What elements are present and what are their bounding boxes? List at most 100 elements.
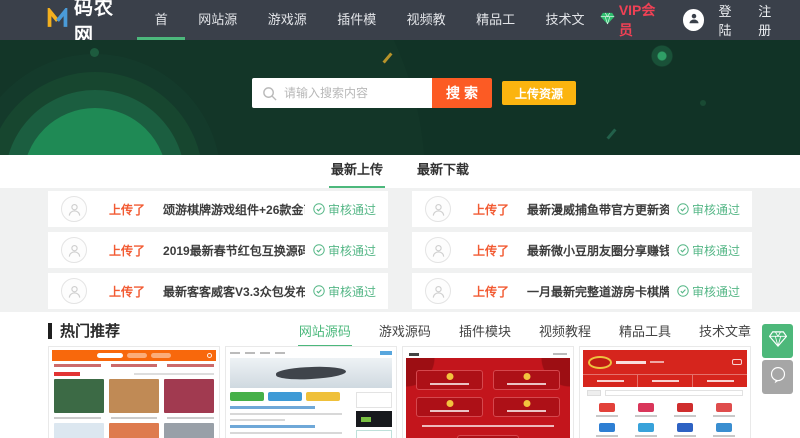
vip-diamond-icon [600, 12, 615, 28]
audit-status: 审核通过 [677, 283, 740, 300]
rec-tab-premium-tools[interactable]: 精品工具 [618, 320, 672, 347]
upload-action-label: 上传了 [473, 242, 509, 259]
upload-item[interactable]: 上传了 一月最新完整道游房卡棋牌H5牛牛源码运营版+视... 审核通过 [412, 273, 752, 309]
audit-status: 审核通过 [313, 283, 376, 300]
recommend-card-resource-site[interactable] [579, 346, 751, 438]
section-title-text: 热门推荐 [60, 320, 120, 341]
nav-item-tech-article[interactable]: 技术文章 [530, 0, 599, 40]
uploader-avatar[interactable] [61, 196, 87, 222]
login-link[interactable]: 登陆 [718, 1, 744, 39]
upload-action-label: 上传了 [473, 201, 509, 218]
upload-item-title[interactable]: 2019最新春节红包互换源码防封抗投诉运营版[免... [163, 242, 305, 259]
upload-item[interactable]: 上传了 2019最新春节红包互换源码防封抗投诉运营版[免... 审核通过 [48, 232, 388, 268]
upload-item[interactable]: 上传了 最新漫威捕鱼带官方更新资源及全民代理系统完整... 审核通过 [412, 191, 752, 227]
audit-status-label: 审核通过 [692, 242, 740, 259]
vip-member-link[interactable]: VIP会员 [600, 0, 669, 40]
hero-decor-slash [606, 128, 616, 139]
section-title: 热门推荐 [48, 320, 120, 341]
check-circle-icon [677, 203, 689, 215]
upload-item-title[interactable]: 最新微小豆朋友圈分享赚钱系统源码+分销功能+安... [527, 242, 669, 259]
rec-tab-tech-article[interactable]: 技术文章 [698, 320, 752, 347]
check-circle-icon [677, 244, 689, 256]
check-circle-icon [677, 285, 689, 297]
search-input[interactable] [252, 78, 432, 108]
recommend-card-red-packet[interactable] [402, 346, 574, 438]
float-service-button[interactable] [762, 360, 793, 394]
upload-item-title[interactable]: 一月最新完整道游房卡棋牌H5牛牛源码运营版+视... [527, 283, 669, 300]
audit-status-label: 审核通过 [328, 242, 376, 259]
audit-status: 审核通过 [677, 201, 740, 218]
rec-tab-game-source[interactable]: 游戏源码 [378, 320, 432, 347]
upload-item-title[interactable]: 颂游棋牌游戏组件+26款金币游戏+12款房卡游戏 [163, 201, 305, 218]
check-circle-icon [313, 244, 325, 256]
logo-m-icon [46, 8, 69, 33]
uploader-avatar[interactable] [425, 278, 451, 304]
rec-tab-video-tutorial[interactable]: 视频教程 [538, 320, 592, 347]
user-icon [688, 11, 700, 29]
register-link[interactable]: 注册 [758, 1, 784, 39]
hot-recommend-header: 热门推荐 网站源码 游戏源码 插件模块 视频教程 精品工具 技术文章 [0, 312, 800, 342]
audit-status-label: 审核通过 [692, 283, 740, 300]
latest-upload-section: 上传了 颂游棋牌游戏组件+26款金币游戏+12款房卡游戏 审核通过 上传了 20… [0, 188, 800, 312]
upload-resource-button[interactable]: 上传资源 [502, 81, 576, 105]
vip-label: VIP会员 [619, 0, 669, 40]
recommend-card-blog-site[interactable] [225, 346, 397, 438]
uploader-avatar[interactable] [61, 278, 87, 304]
chat-bubble-icon [769, 366, 787, 389]
nav-item-plugin-module[interactable]: 插件模块 [322, 0, 391, 40]
search-button[interactable]: 搜索 [432, 78, 492, 108]
resource-site-thumbnail-image [580, 347, 750, 438]
uploader-avatar[interactable] [61, 237, 87, 263]
audit-status: 审核通过 [313, 201, 376, 218]
nav-item-video-tutorial[interactable]: 视频教程 [391, 0, 460, 40]
comic-site-thumbnail-image [49, 347, 219, 438]
rec-tab-website-source[interactable]: 网站源码 [298, 320, 352, 347]
upload-item-title[interactable]: 最新客客威客V3.3众包发布接单任务平台源码运营... [163, 283, 305, 300]
float-vip-button[interactable] [762, 324, 793, 358]
hero-banner: 搜索 上传资源 [0, 40, 800, 155]
rec-tab-plugin-module[interactable]: 插件模块 [458, 320, 512, 347]
recommend-card-comic-site[interactable] [48, 346, 220, 438]
upload-action-label: 上传了 [109, 242, 145, 259]
nav-item-website-source[interactable]: 网站源码 [183, 0, 252, 40]
top-header: 码农网 首页 网站源码 游戏源码 插件模块 视频教程 精品工具 技术文章 VIP… [0, 0, 800, 40]
hero-decor-dot [90, 48, 99, 57]
hero-decor-glow-dot [648, 42, 676, 70]
diamond-icon [769, 331, 787, 352]
audit-status-label: 审核通过 [692, 201, 740, 218]
upload-item[interactable]: 上传了 颂游棋牌游戏组件+26款金币游戏+12款房卡游戏 审核通过 [48, 191, 388, 227]
upload-item[interactable]: 上传了 最新微小豆朋友圈分享赚钱系统源码+分销功能+安... 审核通过 [412, 232, 752, 268]
upload-action-label: 上传了 [109, 283, 145, 300]
feed-tab-bar: 最新上传 最新下载 [0, 155, 800, 188]
header-right-cluster: VIP会员 登陆 注册 [600, 0, 800, 40]
user-avatar-button[interactable] [683, 9, 705, 31]
recommend-category-tabs: 网站源码 游戏源码 插件模块 视频教程 精品工具 技术文章 [298, 320, 752, 347]
nav-item-game-source[interactable]: 游戏源码 [253, 0, 322, 40]
upload-action-label: 上传了 [473, 283, 509, 300]
audit-status-label: 审核通过 [328, 283, 376, 300]
nav-item-home[interactable]: 首页 [139, 0, 183, 40]
upload-item[interactable]: 上传了 最新客客威客V3.3众包发布接单任务平台源码运营... 审核通过 [48, 273, 388, 309]
tab-latest-upload[interactable]: 最新上传 [329, 155, 385, 188]
floating-button-stack [762, 324, 793, 394]
upload-list: 上传了 颂游棋牌游戏组件+26款金币游戏+12款房卡游戏 审核通过 上传了 20… [48, 191, 752, 309]
uploader-avatar[interactable] [425, 196, 451, 222]
upload-action-label: 上传了 [109, 201, 145, 218]
title-bar-decor [48, 323, 52, 339]
audit-status-label: 审核通过 [328, 201, 376, 218]
red-packet-thumbnail-image [403, 347, 573, 438]
main-nav: 首页 网站源码 游戏源码 插件模块 视频教程 精品工具 技术文章 [139, 0, 600, 40]
search-area: 搜索 上传资源 [252, 78, 576, 108]
nav-item-premium-tools[interactable]: 精品工具 [461, 0, 530, 40]
audit-status: 审核通过 [313, 242, 376, 259]
tab-latest-download[interactable]: 最新下载 [415, 155, 471, 188]
audit-status: 审核通过 [677, 242, 740, 259]
check-circle-icon [313, 285, 325, 297]
search-box: 搜索 [252, 78, 492, 108]
upload-item-title[interactable]: 最新漫威捕鱼带官方更新资源及全民代理系统完整... [527, 201, 669, 218]
uploader-avatar[interactable] [425, 237, 451, 263]
hero-decor-dot [700, 100, 706, 106]
blog-site-thumbnail-image [226, 347, 396, 438]
recommend-card-row [0, 342, 800, 438]
check-circle-icon [313, 203, 325, 215]
